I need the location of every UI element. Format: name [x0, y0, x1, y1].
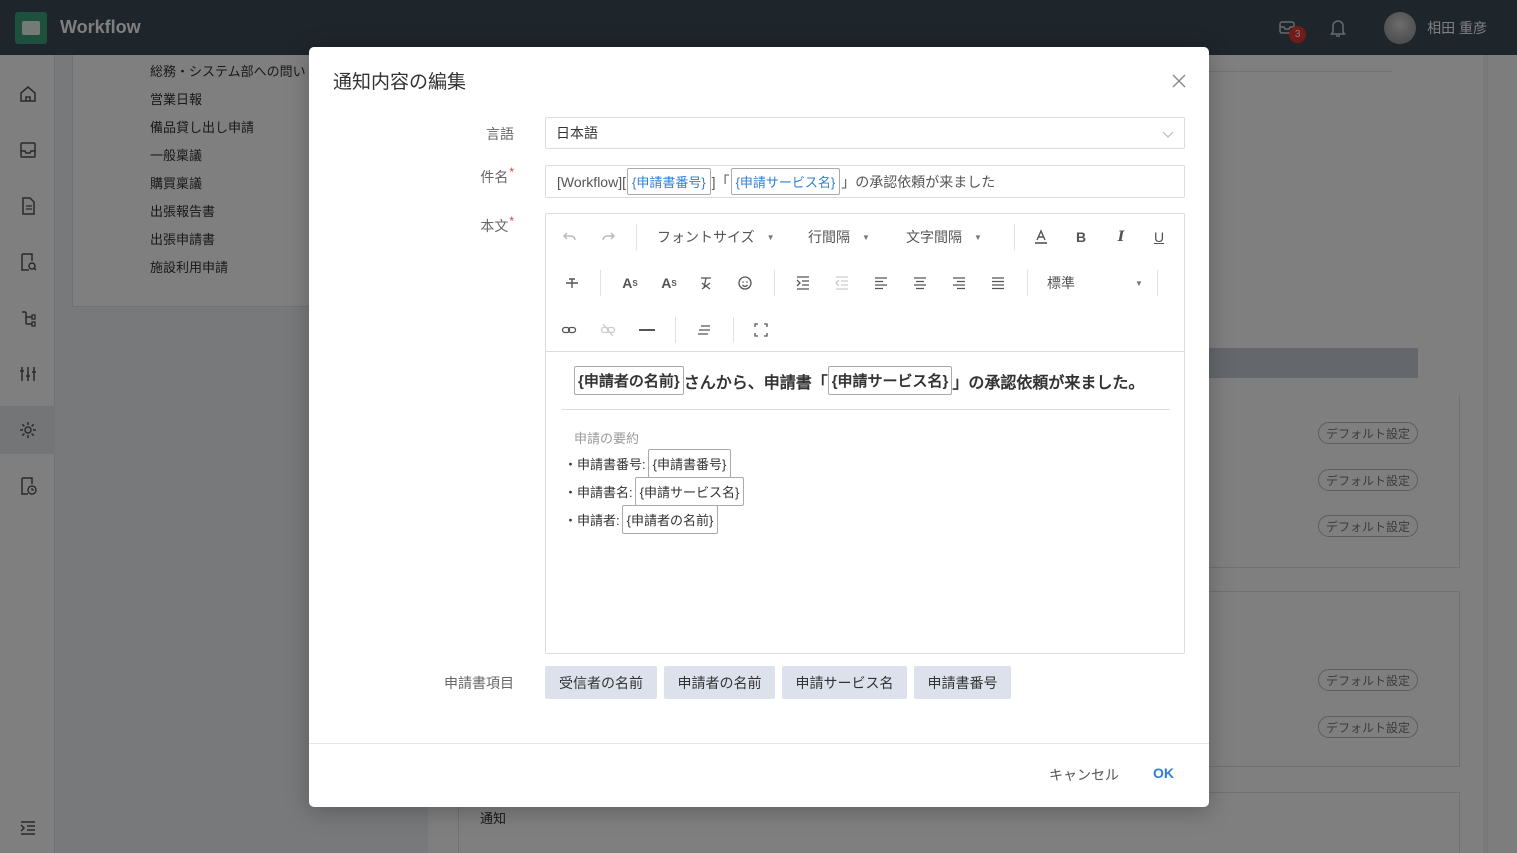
dialog-footer-divider — [309, 743, 1209, 744]
link-icon — [561, 326, 577, 334]
align-right-button[interactable] — [948, 271, 970, 295]
caret-down-icon: ▼ — [974, 232, 982, 242]
redo-button[interactable] — [596, 225, 620, 249]
horizontal-rule-icon — [639, 329, 655, 331]
subject-tag-service-name[interactable]: {申請サービス名} — [730, 168, 841, 195]
toolbar-separator — [1014, 224, 1015, 250]
edit-notification-dialog: 通知内容の編集 言語 日本語 件名* [Workflow][ {申請書番号} ]… — [309, 47, 1209, 807]
toolbar-separator — [774, 270, 775, 296]
subject-text: 」の承認依頼が来ました — [841, 173, 996, 190]
body-heading: {申請者の名前} さんから、申請書「 {申請サービス名} 」の承認依頼が来ました… — [574, 366, 1144, 395]
clear-format-button[interactable] — [695, 271, 717, 295]
subject-input[interactable]: [Workflow][ {申請書番号} ]「 {申請サービス名} 」の承認依頼が… — [545, 165, 1185, 198]
font-size-dropdown[interactable]: フォントサイズ ▼ — [657, 225, 775, 249]
toolbar-separator — [600, 270, 601, 296]
format-block-button[interactable] — [693, 318, 715, 342]
body-label: 本文* — [480, 214, 514, 234]
italic-button[interactable]: I — [1110, 225, 1132, 249]
fullscreen-button[interactable] — [750, 318, 772, 342]
undo-button[interactable] — [558, 225, 582, 249]
summary-tag[interactable]: {申請サービス名} — [634, 477, 745, 506]
redo-icon — [602, 232, 616, 241]
outdent-button[interactable] — [831, 271, 853, 295]
ok-button[interactable]: OK — [1153, 765, 1174, 781]
superscript-button[interactable]: AS — [618, 271, 642, 295]
subject-label: 件名* — [480, 165, 514, 185]
align-left-icon — [875, 277, 887, 290]
required-mark: * — [509, 165, 514, 179]
cancel-button[interactable]: キャンセル — [1049, 765, 1119, 785]
content-divider — [562, 409, 1170, 410]
body-tag-requester-name[interactable]: {申請者の名前} — [574, 366, 684, 395]
summary-line: ・申請書番号: {申請書番号} — [564, 449, 732, 478]
dialog-title: 通知内容の編集 — [333, 72, 467, 93]
item-chip-application-number[interactable]: 申請書番号 — [914, 666, 1011, 699]
summary-tag[interactable]: {申請書番号} — [647, 449, 732, 478]
horizontal-rule-button[interactable] — [636, 318, 658, 342]
clear-format-icon — [701, 277, 711, 290]
toolbar-separator — [1157, 270, 1158, 296]
paragraph-style-dropdown[interactable]: 標準 ▼ — [1047, 271, 1147, 295]
subject-text: ]「 — [711, 173, 730, 190]
toolbar-separator — [675, 317, 676, 343]
indent-icon — [796, 276, 809, 290]
font-color-button[interactable] — [1030, 225, 1052, 249]
toolbar-separator — [1027, 270, 1028, 296]
language-select[interactable]: 日本語 — [545, 117, 1185, 149]
chevron-down-icon — [1162, 131, 1174, 138]
close-button[interactable] — [1169, 71, 1189, 91]
close-icon — [1172, 74, 1186, 88]
fullscreen-icon — [754, 323, 768, 337]
item-chip-service-name[interactable]: 申請サービス名 — [782, 666, 907, 699]
toolbar-separator — [636, 224, 637, 250]
strikethrough-button[interactable] — [561, 271, 583, 295]
emoji-icon — [738, 276, 752, 290]
summary-title: 申請の要約 — [574, 431, 640, 446]
items-label: 申請書項目 — [444, 675, 514, 691]
align-left-button[interactable] — [870, 271, 892, 295]
summary-line: ・申請書名: {申請サービス名} — [564, 477, 745, 506]
undo-icon — [562, 232, 576, 241]
body-text: 」の承認依頼が来ました。 — [952, 374, 1145, 392]
align-center-button[interactable] — [909, 271, 931, 295]
summary-line: ・申請者: {申請者の名前} — [564, 505, 719, 534]
item-chip-requester-name[interactable]: 申請者の名前 — [664, 666, 775, 699]
required-mark: * — [509, 214, 514, 228]
strikethrough-icon — [566, 278, 578, 288]
indent-button[interactable] — [792, 271, 814, 295]
bold-button[interactable]: B — [1070, 225, 1092, 249]
unlink-button[interactable] — [597, 318, 619, 342]
justify-icon — [992, 277, 1004, 290]
caret-down-icon: ▼ — [862, 232, 870, 242]
editor-toolbar: フォントサイズ ▼ 行間隔 ▼ 文字間隔 ▼ B I U AS AS 標準 ▼ — [546, 214, 1184, 352]
body-tag-service-name[interactable]: {申請サービス名} — [827, 366, 953, 395]
link-button[interactable] — [558, 318, 580, 342]
language-label: 言語 — [486, 126, 514, 142]
justify-button[interactable] — [987, 271, 1009, 295]
font-color-icon — [1035, 229, 1047, 244]
format-lines-icon — [698, 325, 710, 335]
caret-down-icon: ▼ — [766, 232, 775, 242]
editor-content[interactable]: {申請者の名前} さんから、申請書「 {申請サービス名} 」の承認依頼が来ました… — [546, 352, 1184, 653]
emoji-button[interactable] — [734, 271, 756, 295]
outdent-icon — [835, 276, 848, 290]
caret-down-icon: ▼ — [1135, 278, 1143, 288]
body-text: さんから、申請書「 — [683, 374, 828, 392]
item-chip-recipient-name[interactable]: 受信者の名前 — [545, 666, 657, 699]
letter-spacing-dropdown[interactable]: 文字間隔 ▼ — [906, 225, 982, 249]
summary-tag[interactable]: {申請者の名前} — [621, 505, 719, 534]
unlink-icon — [600, 323, 616, 337]
rich-text-editor: フォントサイズ ▼ 行間隔 ▼ 文字間隔 ▼ B I U AS AS 標準 ▼ … — [545, 213, 1185, 654]
subject-text: [Workflow][ — [557, 173, 626, 190]
align-right-icon — [953, 277, 965, 290]
language-value: 日本語 — [556, 125, 598, 141]
line-height-dropdown[interactable]: 行間隔 ▼ — [808, 225, 870, 249]
underline-button[interactable]: U — [1148, 225, 1170, 249]
subscript-button[interactable]: AS — [657, 271, 681, 295]
toolbar-separator — [733, 317, 734, 343]
align-center-icon — [914, 277, 926, 290]
subject-tag-application-number[interactable]: {申請書番号} — [626, 168, 711, 195]
